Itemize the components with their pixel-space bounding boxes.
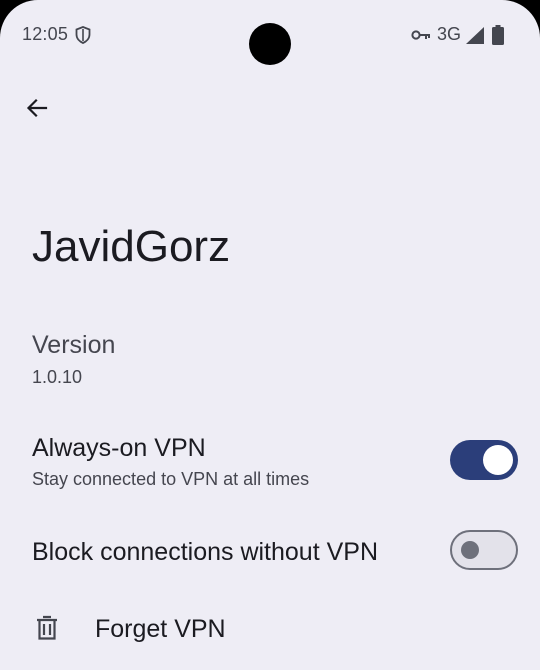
page-title: JavidGorz (32, 222, 231, 271)
forget-vpn-row[interactable] (0, 596, 540, 666)
block-connections-title: Block connections without VPN (32, 538, 379, 566)
status-time: 12:05 (22, 24, 69, 44)
battery-icon (492, 25, 504, 45)
block-connections-switch[interactable] (450, 530, 518, 570)
always-on-vpn-title: Always-on VPN (32, 434, 206, 462)
back-button[interactable] (16, 87, 58, 129)
switch-thumb (483, 445, 513, 475)
always-on-vpn-summary: Stay connected to VPN at all times (32, 469, 310, 489)
forget-vpn-label: Forget VPN (95, 615, 226, 643)
vpn-settings-screen: 12:05 3G JavidGorz Version 1.0.10 Always… (0, 0, 540, 670)
shield-icon (75, 26, 91, 44)
switch-thumb (461, 541, 479, 559)
version-value: 1.0.10 (32, 367, 83, 387)
signal-icon (466, 27, 484, 44)
vpn-key-icon (411, 30, 430, 40)
always-on-vpn-switch[interactable] (450, 440, 518, 480)
network-type: 3G (437, 24, 462, 44)
version-title: Version (32, 331, 116, 359)
arrow-back-icon (26, 98, 48, 118)
camera-cutout (249, 23, 291, 65)
trash-icon (37, 615, 57, 640)
